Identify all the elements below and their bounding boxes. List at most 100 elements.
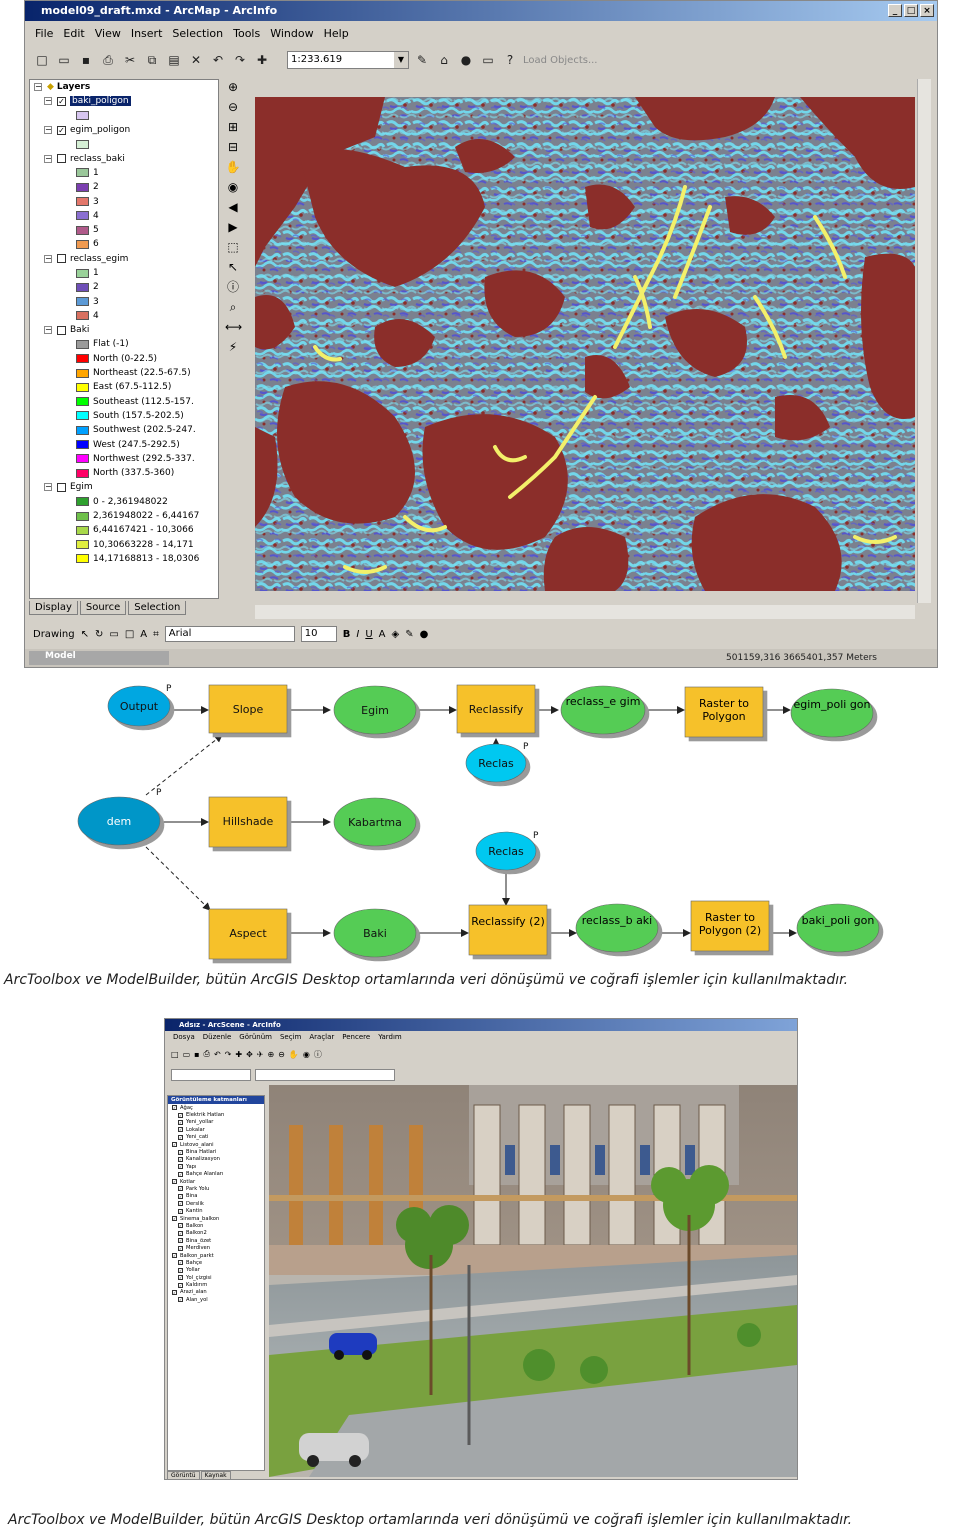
line-color-icon[interactable]: ✎ [405, 629, 413, 640]
drawing-menu[interactable]: Drawing [33, 629, 75, 640]
menu-file[interactable]: File [35, 27, 53, 40]
undo-icon[interactable]: ↶ [209, 51, 227, 69]
scene-layer[interactable]: ✓ Alan_yol [168, 1296, 264, 1303]
toc-layer[interactable]: − Egim [30, 480, 218, 494]
delete-icon[interactable]: ✕ [187, 51, 205, 69]
save-icon[interactable]: ▪ [194, 1050, 199, 1059]
fill-color-icon[interactable]: ◈ [392, 629, 400, 640]
map-vertical-scrollbar[interactable] [917, 79, 931, 603]
node-raster-to-polygon[interactable]: Raster to Polygon [686, 697, 762, 723]
scene-layer[interactable]: ✓ Park Yolu [168, 1185, 264, 1192]
scene-menu-item[interactable]: Seçim [280, 1033, 301, 1041]
bold-icon[interactable]: B [343, 629, 351, 640]
fixed-zoom-in-icon[interactable]: ⊞ [225, 119, 241, 135]
fixed-zoom-out-icon[interactable]: ⊟ [225, 139, 241, 155]
layer-select[interactable] [171, 1069, 251, 1081]
menu-view[interactable]: View [95, 27, 121, 40]
collapse-icon[interactable]: − [44, 326, 52, 335]
scene-layer[interactable]: ✓ Bina Hatlari [168, 1148, 264, 1155]
scene-layer[interactable]: ✓ Yeni_cati [168, 1134, 264, 1141]
scene-layer[interactable]: ✓ Balkon2 [168, 1230, 264, 1237]
layer-visibility-checkbox[interactable]: ✓ [172, 1289, 177, 1295]
scene-layer[interactable]: ✓ Balkon_parkt [168, 1252, 264, 1259]
collapse-icon[interactable]: − [44, 254, 52, 263]
layer-visibility-checkbox[interactable]: ✓ [178, 1201, 183, 1207]
toc-layer[interactable]: − ✓ egim_poligon [30, 123, 218, 137]
print-icon[interactable]: ⎙ [204, 1049, 210, 1059]
model-task[interactable]: Model [29, 651, 169, 665]
scene-layer[interactable]: ✓ Ağaç [168, 1104, 264, 1111]
paste-icon[interactable]: ▤ [165, 51, 183, 69]
menu-selection[interactable]: Selection [172, 27, 223, 40]
node-reclas-2[interactable]: Reclas [488, 845, 524, 858]
zoom-out-icon[interactable]: ⊖ [225, 99, 241, 115]
map-display[interactable] [255, 97, 915, 591]
layer-visibility-checkbox[interactable]: ✓ [57, 96, 66, 106]
map-horizontal-scrollbar[interactable] [255, 605, 915, 619]
layer-visibility-checkbox[interactable]: ✓ [178, 1297, 183, 1303]
scene-menu-item[interactable]: Pencere [342, 1033, 370, 1041]
scene-layer[interactable]: ✓ Merdiven [168, 1244, 264, 1251]
zoom-in-icon[interactable]: ⊕ [225, 79, 241, 95]
hyperlink-icon[interactable]: ⚡ [225, 339, 241, 355]
identify-icon[interactable]: ⓘ [225, 279, 241, 295]
find-icon[interactable]: ⌕ [225, 299, 241, 315]
layer-visibility-checkbox[interactable]: ✓ [178, 1275, 183, 1281]
layer-visibility-checkbox[interactable]: ✓ [178, 1223, 183, 1229]
node-raster-to-polygon-2[interactable]: Raster to Polygon (2) [692, 911, 768, 937]
tab-display[interactable]: Display [29, 601, 78, 615]
pan-icon[interactable]: ✋ [225, 159, 241, 175]
layer-visibility-checkbox[interactable] [57, 482, 66, 492]
layer-visibility-checkbox[interactable]: ✓ [178, 1112, 183, 1118]
layer-visibility-checkbox[interactable] [57, 254, 66, 264]
italic-icon[interactable]: I [356, 629, 359, 640]
node-egim-poligon[interactable]: egim_poli gon [792, 698, 872, 711]
node-baki[interactable]: Baki [363, 927, 387, 940]
layer-visibility-checkbox[interactable]: ✓ [178, 1156, 183, 1162]
zoom-whole-page-icon[interactable]: ▭ [109, 629, 118, 640]
layer-visibility-checkbox[interactable]: ✓ [178, 1171, 183, 1177]
layer-visibility-checkbox[interactable]: ✓ [178, 1230, 183, 1236]
layer-visibility-checkbox[interactable]: ✓ [178, 1134, 183, 1140]
maximize-button[interactable]: □ [904, 4, 918, 17]
layer-visibility-checkbox[interactable]: ✓ [178, 1164, 183, 1170]
scene-layer[interactable]: ✓ Bina_özet [168, 1237, 264, 1244]
catalog-icon[interactable]: ⌂ [435, 51, 453, 69]
underline-icon[interactable]: U [365, 629, 372, 640]
layer-visibility-checkbox[interactable]: ✓ [178, 1119, 183, 1125]
redo-icon[interactable]: ↷ [225, 1050, 232, 1059]
select-features-icon[interactable]: ⬚ [225, 239, 241, 255]
scene-layer[interactable]: ✓ Yol_çizgisi [168, 1274, 264, 1281]
print-icon[interactable]: ⎙ [99, 51, 117, 69]
layer-visibility-checkbox[interactable]: ✓ [172, 1253, 177, 1258]
tab-selection[interactable]: Selection [128, 601, 187, 615]
scene-layer[interactable]: ✓ Derslik [168, 1200, 264, 1207]
full-extent-icon[interactable]: ◉ [303, 1050, 310, 1059]
copy-icon[interactable]: ⧉ [143, 51, 161, 69]
scene-layer[interactable]: ✓ Balkon [168, 1222, 264, 1229]
node-kabartma[interactable]: Kabartma [348, 816, 402, 829]
scale-input[interactable]: 1:233.619 ▼ [287, 51, 409, 69]
layer-visibility-checkbox[interactable]: ✓ [178, 1208, 183, 1214]
scene-layer[interactable]: ✓ Lokalar [168, 1126, 264, 1133]
cut-icon[interactable]: ✂ [121, 51, 139, 69]
menu-window[interactable]: Window [270, 27, 313, 40]
chevron-down-icon[interactable]: ▼ [394, 52, 408, 68]
layer-visibility-checkbox[interactable]: ✓ [178, 1282, 183, 1288]
layer-visibility-checkbox[interactable]: ✓ [172, 1179, 177, 1185]
scene-layer[interactable]: ✓ Listovo_alani [168, 1141, 264, 1148]
close-button[interactable]: × [920, 4, 934, 17]
scene-layer[interactable]: ✓ Elektrik Hatları [168, 1111, 264, 1118]
tab-source[interactable]: Kaynak [200, 1471, 231, 1479]
tab-display[interactable]: Görüntü [167, 1471, 200, 1479]
layer-visibility-checkbox[interactable]: ✓ [178, 1245, 183, 1251]
fly-icon[interactable]: ✈ [257, 1050, 264, 1059]
menu-tools[interactable]: Tools [233, 27, 260, 40]
measure-icon[interactable]: ⟷ [225, 319, 242, 335]
scene-layer[interactable]: ✓ Yeni_yollar [168, 1119, 264, 1126]
layer-visibility-checkbox[interactable] [57, 154, 66, 164]
rectangle-icon[interactable]: □ [125, 629, 134, 640]
scene-layer[interactable]: ✓ Kotlar [168, 1178, 264, 1185]
layer-visibility-checkbox[interactable]: ✓ [178, 1193, 183, 1199]
node-egim[interactable]: Egim [361, 704, 389, 717]
